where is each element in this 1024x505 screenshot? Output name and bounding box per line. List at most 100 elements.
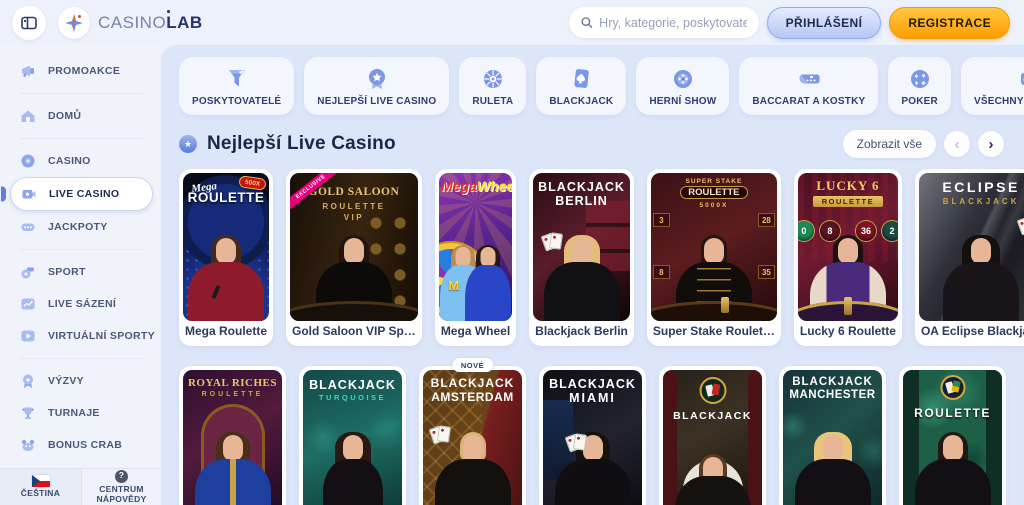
filter-ruleta[interactable]: RULETA	[459, 57, 526, 115]
sidebar-item-virtualni-sporty[interactable]: VIRTUÁLNÍ SPORTY	[10, 320, 153, 352]
whistle-icon	[18, 262, 38, 282]
divider	[20, 358, 143, 359]
game-thumbnail: ROULETTE	[903, 370, 1002, 505]
game-card-blackjack-lobby[interactable]: BLACKJACK	[659, 366, 766, 505]
search-input[interactable]	[599, 16, 746, 30]
game-card-gold-saloon[interactable]: EXCLUSIVE GOLD SALOON ROULETTE VIP Gold …	[286, 169, 422, 346]
casino-chip-icon	[18, 151, 38, 171]
sidebar-item-sport[interactable]: SPORT	[10, 256, 153, 288]
roulette-table	[651, 301, 777, 321]
star-icon: ★	[179, 135, 197, 153]
game-card-blackjack-turquoise[interactable]: BLACKJACK TURQUOISE	[299, 366, 406, 505]
game-card-eclipse-blackjack[interactable]: ECLIPSE BLACKJACK OA Eclipse Blackja…	[915, 169, 1024, 346]
dealer-figure	[191, 432, 275, 505]
sidebar-item-live-sazeni[interactable]: LIVE SÁZENÍ	[10, 288, 153, 320]
main-content: POSKYTOVATELÉ NEJLEPŠÍ LIVE CASINO RULET…	[161, 45, 1024, 505]
baccarat-table-icon	[796, 66, 822, 93]
game-card-lucky6-roulette[interactable]: LUCKY 6 ROULETTE 0 8 36 2 Lucky 6 Roulet…	[794, 169, 902, 346]
sidebar-toggle-button[interactable]	[12, 6, 46, 40]
dealer-figure	[431, 432, 515, 505]
filter-herni-show[interactable]: HERNÍ SHOW	[636, 57, 729, 115]
game-thumbnail: EXCLUSIVE GOLD SALOON ROULETTE VIP	[290, 173, 418, 321]
card-spade-icon	[568, 66, 594, 93]
game-title: Mega Roulette	[183, 321, 269, 342]
game-thumbnail: 500X Mega ROULETTE	[183, 173, 269, 321]
home-icon	[18, 106, 38, 126]
carousel-next-button[interactable]: ›	[978, 131, 1004, 157]
login-button[interactable]: PŘIHLÁŠENÍ	[767, 7, 882, 39]
filter-poker[interactable]: ♠♥♦♣ POKER	[888, 57, 951, 115]
game-card-mega-roulette[interactable]: 500X Mega ROULETTE Mega Roulette	[179, 169, 273, 346]
live-camera-icon: LIVE	[1016, 66, 1024, 93]
game-card-blackjack-miami[interactable]: BLACKJACK MIAMI	[539, 366, 646, 505]
filter-blackjack[interactable]: BLACKJACK	[536, 57, 626, 115]
top-header: CASINOLAB PŘIHLÁŠENÍ REGISTRACE	[0, 0, 1024, 45]
sidebar-item-bonus-crab[interactable]: BONUS CRAB	[10, 429, 153, 461]
roulette-wheel-icon	[480, 66, 506, 93]
filter-nejlepsi-live-casino[interactable]: NEJLEPŠÍ LIVE CASINO	[304, 57, 449, 115]
sidebar-item-domu[interactable]: DOMŮ	[10, 100, 153, 132]
dealer-figure	[551, 432, 635, 505]
register-button[interactable]: REGISTRACE	[889, 7, 1010, 39]
logo-text: CASINOLAB	[98, 13, 203, 33]
game-card-super-stake-roulette[interactable]: SUPER STAKE ROULETTE 5000X 3 28 8 35 Sup…	[647, 169, 781, 346]
carousel-prev-button[interactable]: ‹	[944, 131, 970, 157]
game-card-roulette-green[interactable]: ROULETTE	[899, 366, 1006, 505]
question-mark-icon: ?	[115, 470, 128, 483]
search-icon	[581, 16, 593, 29]
sidebar-item-casino[interactable]: CASINO	[10, 145, 153, 177]
game-card-blackjack-manchester[interactable]: BLACKJACK MANCHESTER	[779, 366, 886, 505]
game-thumbnail: BLACKJACK BERLIN	[533, 173, 630, 321]
sidebar: PROMOAKCE DOMŮ CASINO LIVE CASINO JACKPO…	[0, 45, 161, 505]
game-title: Gold Saloon VIP Sp…	[290, 321, 418, 342]
game-card-grid-row1: 500X Mega ROULETTE Mega Roulette EXCLUSI…	[179, 169, 1006, 346]
sidebar-item-turnaje[interactable]: TURNAJE	[10, 397, 153, 429]
crab-icon	[18, 435, 38, 455]
divider	[20, 138, 143, 139]
roulette-number: 3	[653, 213, 670, 227]
sidebar-item-promoakce[interactable]: PROMOAKCE	[10, 55, 153, 87]
game-thumbnail: BLACKJACK TURQUOISE	[303, 370, 402, 505]
roulette-spinner	[721, 297, 729, 313]
chevron-right-icon: ›	[989, 136, 994, 153]
playing-cards	[567, 434, 587, 450]
virtual-sports-play-icon	[18, 326, 38, 346]
sidebar-item-live-casino[interactable]: LIVE CASINO	[10, 177, 153, 211]
game-card-mega-wheel[interactable]: Mega Wheel M Mega Wheel	[435, 169, 516, 346]
section-title: Nejlepší Live Casino	[207, 133, 396, 155]
game-title: Lucky 6 Roulette	[798, 321, 898, 342]
game-card-blackjack-amsterdam[interactable]: NOVÉ BLACKJACK AMSTERDAM	[419, 366, 526, 505]
filter-poskytovatele[interactable]: POSKYTOVATELÉ	[179, 57, 294, 115]
sidebar-item-vyzvy[interactable]: VÝZVY	[10, 365, 153, 397]
game-title: Super Stake Roulet…	[651, 321, 777, 342]
game-card-blackjack-berlin[interactable]: BLACKJACK BERLIN Blackjack Berlin	[529, 169, 634, 346]
search-bar[interactable]	[569, 7, 759, 38]
filter-vsechny-live-casino[interactable]: LIVE VŠECHNY LIVE CASINO	[961, 57, 1024, 115]
playing-cards	[1019, 217, 1024, 233]
game-card-royal-riches[interactable]: ROYAL RICHES ROULETTE	[179, 366, 286, 505]
language-switcher[interactable]: ČEŠTINA	[0, 469, 82, 505]
casinolab-logo[interactable]: CASINOLAB	[58, 7, 203, 39]
sidebar-item-obchod[interactable]: OBCHOD	[10, 461, 153, 468]
svg-text:♠: ♠	[914, 73, 918, 80]
dealer-figure	[671, 454, 755, 505]
poker-suits-icon: ♠♥♦♣	[907, 66, 933, 93]
dealer-figure	[791, 432, 875, 505]
roulette-table	[290, 301, 418, 321]
challenge-rosette-icon	[18, 371, 38, 391]
divider	[20, 249, 143, 250]
dealer-figure	[939, 235, 1023, 321]
jackpot-dots-icon	[18, 217, 38, 237]
filter-baccarat-a-kostky[interactable]: BACCARAT A KOSTKY	[739, 57, 878, 115]
help-center-button[interactable]: ? CENTRUMNÁPOVĚDY	[82, 469, 161, 505]
svg-text:♥: ♥	[921, 73, 925, 80]
game-thumbnail: BLACKJACK AMSTERDAM	[423, 370, 522, 505]
live-casino-icon	[19, 184, 39, 204]
sidebar-item-jackpoty[interactable]: JACKPOTY	[10, 211, 153, 243]
dealer-figure	[911, 432, 995, 505]
dealer-figure	[311, 432, 395, 505]
game-card-grid-row2: ROYAL RICHES ROULETTE BLACKJACK TURQUOIS…	[179, 366, 1006, 505]
show-all-button[interactable]: Zobrazit vše	[843, 130, 936, 158]
chevron-left-icon: ‹	[955, 136, 960, 153]
game-title: Mega Wheel	[439, 321, 512, 342]
